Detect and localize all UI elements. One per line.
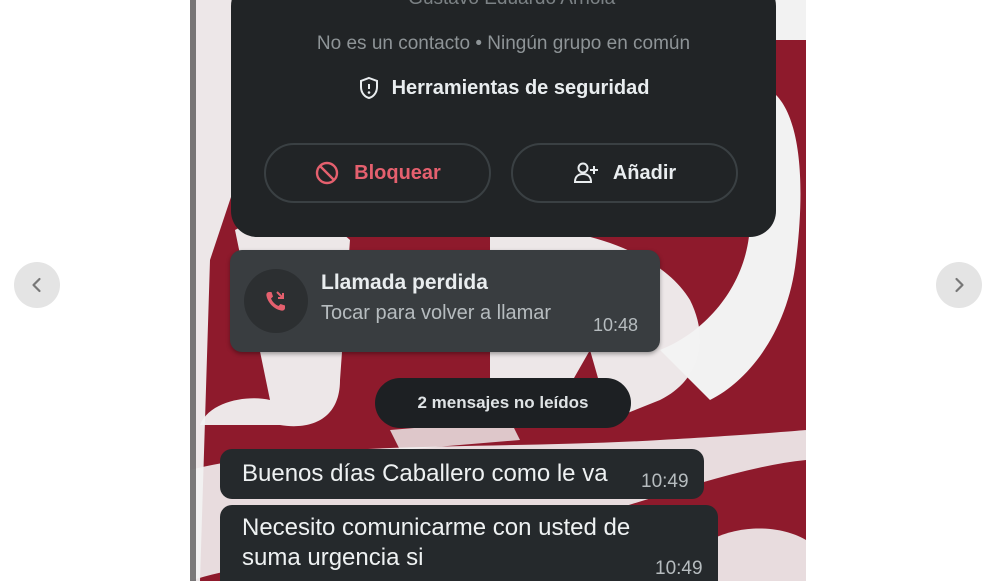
contact-info-card: ~ Gustavo Eduardo Arriola No es un conta…	[231, 0, 776, 237]
block-button[interactable]: Bloquear	[264, 143, 491, 203]
contact-name: ~ Gustavo Eduardo Arriola	[231, 0, 776, 10]
add-person-icon	[573, 162, 598, 183]
screenshot-edge-shadow	[190, 0, 196, 581]
message-time: 10:49	[655, 558, 703, 579]
message-time: 10:49	[641, 471, 689, 492]
block-icon	[315, 161, 339, 185]
missed-call-title: Llamada perdida	[321, 271, 488, 294]
safety-tools-label: Herramientas de seguridad	[391, 76, 650, 99]
gallery-prev-button[interactable]	[14, 262, 60, 308]
block-label: Bloquear	[354, 161, 441, 184]
missed-call-icon-badge	[244, 269, 308, 333]
missed-call-subtitle: Tocar para volver a llamar	[321, 302, 552, 324]
missed-call-icon	[266, 291, 285, 311]
add-label: Añadir	[612, 161, 677, 184]
add-contact-button[interactable]: Añadir	[511, 143, 738, 203]
message-text: Buenos días Caballero como le va	[242, 460, 608, 487]
missed-call-bubble[interactable]: Llamada perdida Tocar para volver a llam…	[230, 250, 660, 352]
shield-icon	[359, 76, 378, 100]
chevron-right-icon	[955, 277, 964, 293]
message-bubble[interactable]: Buenos días Caballero como le va 10:49	[220, 449, 704, 499]
message-bubble[interactable]: Necesito comunicarme con usted de suma u…	[220, 505, 718, 581]
chevron-left-icon	[32, 277, 41, 293]
unread-messages-banner: 2 mensajes no leídos	[375, 378, 631, 428]
gallery-next-button[interactable]	[936, 262, 982, 308]
chat-screenshot: ~ Gustavo Eduardo Arriola No es un conta…	[190, 0, 806, 581]
contact-status: No es un contacto • Ningún grupo en comú…	[316, 33, 691, 54]
missed-call-time: 10:48	[593, 315, 639, 335]
safety-tools-link[interactable]: Herramientas de seguridad	[231, 76, 776, 100]
message-text: Necesito comunicarme con usted de suma u…	[242, 514, 631, 571]
